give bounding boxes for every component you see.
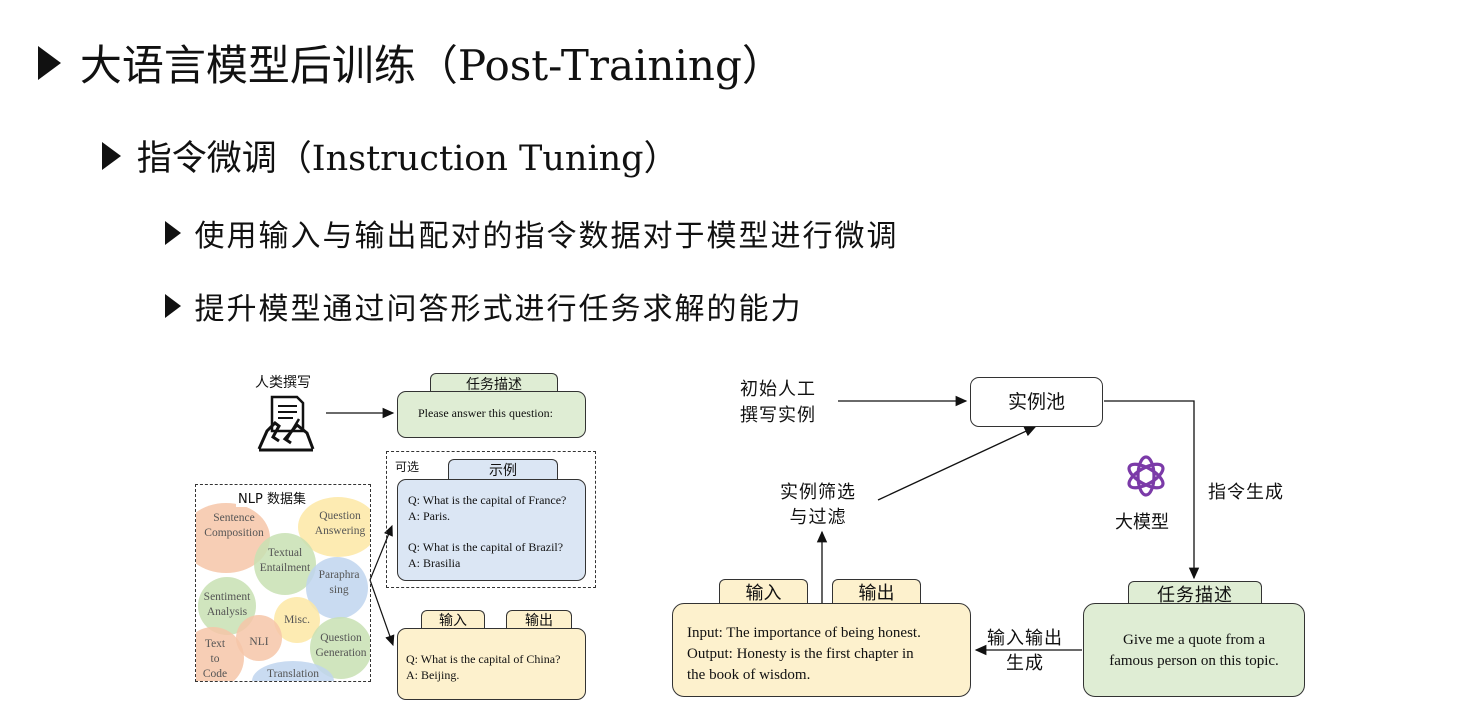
task-label: NLI [249,636,269,648]
task-label: Question Answering [314,510,366,537]
io-box: Input: The importance of being honest. O… [672,603,971,697]
input-tab-right-label: 输入 [745,583,782,604]
human-written-label: 人类撰写 [255,375,311,391]
io-line: Input: The importance of being honest. [687,625,921,641]
task-description-line: famous person on this topic. [1109,653,1279,669]
input-tab-left-label: 输入 [439,613,467,629]
io-generation-line: 输入输出 [987,628,1063,649]
filter-label: 实例筛选 与过滤 [780,480,856,530]
example-box: Q: What is the capital of France? A: Par… [397,479,586,581]
task-description-text: Please answer this question: [418,406,553,420]
example-line: Q: What is the capital of France? [408,493,567,507]
example-line: A: Paris. [408,509,450,523]
qa-line: A: Beijing. [406,668,460,682]
example-line: A: Brasilia [408,556,461,570]
output-tab-left-label: 输出 [525,613,553,629]
arrow-filter-to-pool [877,426,1037,501]
io-line: the book of wisdom. [687,667,811,683]
output-tab-right-label: 输出 [858,583,895,604]
task-description-box: Please answer this question: [397,391,586,438]
example-line: Q: What is the capital of Brazil? [408,540,564,554]
qa-box: Q: What is the capital of China? A: Beij… [397,628,586,700]
llm-label: 大模型 [1115,512,1169,533]
nlp-dataset-frame: NLP 数据集 Sentence Composition Question An… [195,484,371,682]
instance-pool-box: 实例池 [970,377,1103,427]
seed-instances-line: 撰写实例 [740,405,816,426]
task-label: Question Generation [315,632,367,659]
arrow-nlp-to-qa [369,579,395,647]
task-label: Textual Entailment [259,547,311,574]
filter-line: 实例筛选 [780,482,856,503]
task-description-line: Give me a quote from a [1122,632,1266,648]
input-tab-right: 输入 [719,579,808,606]
filter-line: 与过滤 [789,507,847,528]
instance-pool-label: 实例池 [1007,391,1065,413]
task-label: Sentiment Analysis [203,591,251,618]
task-description-box-right: Give me a quote from a famous person on … [1083,603,1305,697]
io-line: Output: Honesty is the first chapter in [687,646,914,662]
seed-instances-line: 初始人工 [740,379,816,400]
task-label: Paraphra sing [318,569,360,596]
example-tab-label: 示例 [489,463,517,479]
task-label: Misc. [284,614,310,626]
task-label: Text to Code [202,638,228,680]
task-label: Sentence Composition [204,512,264,539]
human-writing-icon [257,395,315,452]
io-generation-line: 生成 [1006,653,1044,674]
example-tab: 示例 [448,459,558,481]
seed-instances-label: 初始人工 撰写实例 [740,377,816,429]
task-label: Translation [267,668,319,680]
instruction-generation-label: 指令生成 [1208,482,1284,503]
output-tab-right: 输出 [832,579,921,606]
io-generation-label: 输入输出 生成 [987,626,1063,676]
qa-line: Q: What is the capital of China? [406,652,561,666]
nlp-dataset-title: NLP 数据集 [236,488,308,507]
optional-label: 可选 [395,460,420,474]
llm-logo-icon [1127,455,1165,497]
